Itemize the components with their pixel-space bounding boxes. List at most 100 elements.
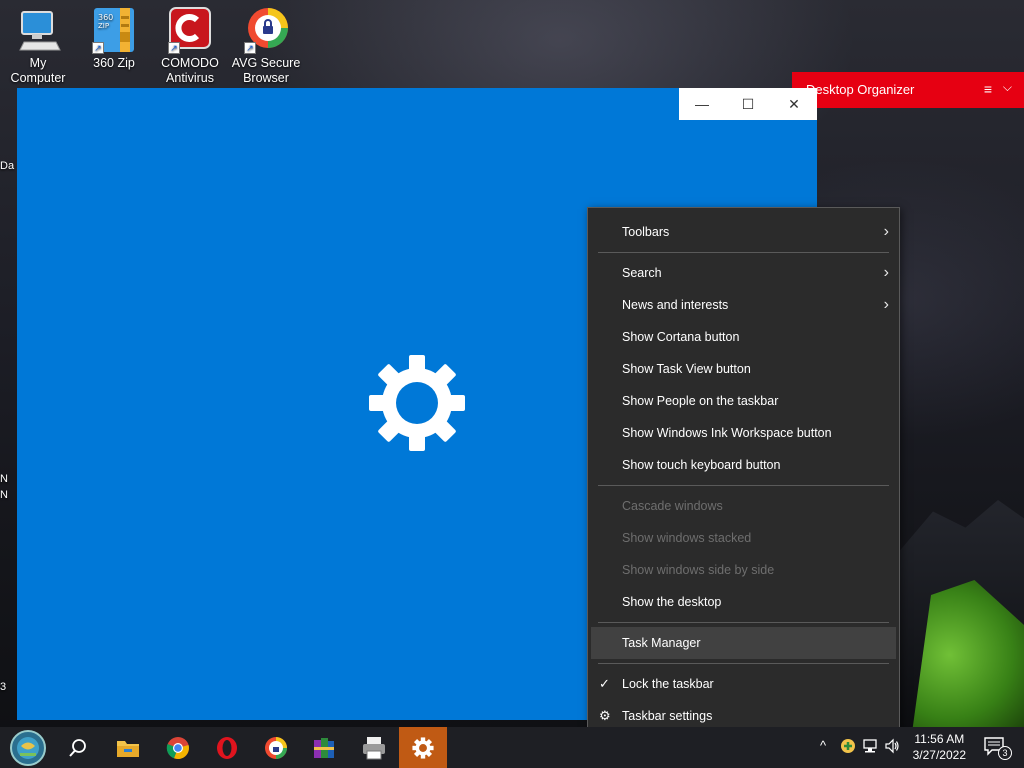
action-center-button[interactable]: 3 <box>984 737 1012 760</box>
shortcut-arrow-icon: ↗ <box>92 42 104 54</box>
menu-item-show-cortana[interactable]: Show Cortana button <box>588 321 899 353</box>
desktop-organizer-bar[interactable]: Desktop Organizer ≡ ⌵ <box>792 72 1024 108</box>
menu-separator <box>598 485 889 486</box>
security-shield-icon[interactable] <box>840 738 856 757</box>
taskbar-printer[interactable] <box>350 727 398 768</box>
opera-icon <box>217 736 237 759</box>
taskbar-search-button[interactable] <box>54 727 102 768</box>
organizer-title: Desktop Organizer <box>806 82 915 97</box>
submenu-arrow-icon: › <box>883 223 889 240</box>
settings-icon <box>412 736 434 759</box>
window-controls: — ☐ ✕ <box>679 88 817 120</box>
chrome-icon <box>166 736 189 759</box>
partial-icon-label: 3 <box>0 681 7 693</box>
menu-item-label: Cascade windows <box>622 499 723 513</box>
submenu-arrow-icon: › <box>883 296 889 313</box>
menu-item-label: Show Windows Ink Workspace button <box>622 426 832 440</box>
desktop-icon-360-zip[interactable]: 360 ZIP ↗ 360 Zip <box>76 6 152 71</box>
desktop-icon-my-computer[interactable]: My Computer <box>0 6 76 86</box>
menu-item-lock-taskbar[interactable]: ✓ Lock the taskbar <box>588 668 899 700</box>
menu-separator <box>598 252 889 253</box>
start-button[interactable] <box>4 727 52 768</box>
menu-item-label: Show windows side by side <box>622 563 775 577</box>
taskbar-context-menu: Toolbars › Search › News and interests ›… <box>587 207 900 742</box>
comodo-icon: ↗ <box>166 6 214 54</box>
desktop-icon-label: 360 Zip <box>93 56 135 70</box>
menu-item-toolbars[interactable]: Toolbars › <box>588 216 899 248</box>
menu-separator <box>598 663 889 664</box>
menu-item-show-task-view[interactable]: Show Task View button <box>588 353 899 385</box>
taskbar-avg-browser[interactable] <box>252 727 300 768</box>
menu-item-search[interactable]: Search › <box>588 257 899 289</box>
menu-item-label: Taskbar settings <box>622 709 713 723</box>
desktop-icon-partial[interactable]: 3 <box>0 681 18 693</box>
gear-icon: ⚙ <box>599 708 611 723</box>
desktop-icon-avg-browser[interactable]: ↗ AVG Secure Browser <box>228 6 304 86</box>
desktop-icon-comodo[interactable]: ↗ COMODO Antivirus <box>152 6 228 86</box>
menu-item-label: Show Task View button <box>622 362 751 376</box>
taskbar-chrome[interactable] <box>154 727 202 768</box>
menu-item-show-ink-workspace[interactable]: Show Windows Ink Workspace button <box>588 417 899 449</box>
desktop-icon-partial[interactable]: N <box>0 489 18 501</box>
chevron-down-icon[interactable]: ⌵ <box>1003 80 1012 95</box>
svg-text:ZIP: ZIP <box>98 22 109 30</box>
taskbar: ^ 11:56 AM 3/27/2022 3 <box>0 727 1024 768</box>
clock-time: 11:56 AM <box>914 732 965 746</box>
winrar-icon <box>314 737 334 758</box>
clock-date: 3/27/2022 <box>912 748 966 762</box>
hamburger-menu-icon[interactable]: ≡ <box>984 81 992 97</box>
desktop-icon-partial[interactable]: Da <box>0 160 18 172</box>
desktop-icon-label: AVG Secure Browser <box>231 56 301 85</box>
desktop-icon-label: COMODO Antivirus <box>161 56 219 85</box>
menu-item-label: Show the desktop <box>622 595 722 609</box>
menu-item-label: Lock the taskbar <box>622 677 714 691</box>
menu-item-label: Show People on the taskbar <box>622 394 779 408</box>
minimize-button[interactable]: — <box>679 88 725 120</box>
menu-item-show-desktop[interactable]: Show the desktop <box>588 586 899 618</box>
maximize-button[interactable]: ☐ <box>725 88 771 120</box>
archive-icon: 360 ZIP ↗ <box>90 6 138 54</box>
menu-item-show-people[interactable]: Show People on the taskbar <box>588 385 899 417</box>
avg-browser-icon: ↗ <box>242 6 290 54</box>
taskbar-settings[interactable] <box>399 727 447 768</box>
menu-item-windows-side-by-side: Show windows side by side <box>588 554 899 586</box>
show-hidden-icons-chevron-icon[interactable]: ^ <box>820 738 826 753</box>
partial-icon-label: Da <box>0 160 15 172</box>
start-orb-icon <box>10 729 46 766</box>
taskbar-file-explorer[interactable] <box>104 727 152 768</box>
network-icon[interactable] <box>862 738 878 757</box>
clock[interactable]: 11:56 AM 3/27/2022 <box>913 731 966 763</box>
menu-item-label: Task Manager <box>622 636 701 650</box>
menu-item-show-touch-keyboard[interactable]: Show touch keyboard button <box>588 449 899 481</box>
menu-item-label: News and interests <box>622 298 729 312</box>
shortcut-arrow-icon: ↗ <box>168 42 180 54</box>
menu-item-label: Show Cortana button <box>622 330 740 344</box>
menu-item-windows-stacked: Show windows stacked <box>588 522 899 554</box>
menu-item-label: Search <box>622 266 662 280</box>
submenu-arrow-icon: › <box>883 264 889 281</box>
shortcut-arrow-icon: ↗ <box>244 42 256 54</box>
search-icon <box>69 738 86 757</box>
menu-item-label: Show windows stacked <box>622 531 752 545</box>
taskbar-opera[interactable] <box>203 727 251 768</box>
menu-item-label: Toolbars <box>622 225 670 239</box>
menu-item-news-and-interests[interactable]: News and interests › <box>588 289 899 321</box>
svg-text:360: 360 <box>98 13 113 22</box>
menu-item-cascade-windows: Cascade windows <box>588 490 899 522</box>
menu-item-label: Show touch keyboard button <box>622 458 781 472</box>
desktop-icon-label: My Computer <box>10 56 66 85</box>
notification-count-badge: 3 <box>998 746 1012 760</box>
file-explorer-icon <box>117 740 139 757</box>
settings-gear-icon <box>367 353 467 453</box>
menu-separator <box>598 622 889 623</box>
avg-browser-icon <box>265 736 287 759</box>
checkmark-icon: ✓ <box>599 676 610 691</box>
system-tray: ^ 11:56 AM 3/27/2022 3 <box>814 727 1024 768</box>
volume-icon[interactable] <box>884 738 900 757</box>
desktop-icon-partial[interactable]: N <box>0 473 18 485</box>
close-button[interactable]: ✕ <box>771 88 817 120</box>
computer-icon <box>14 6 62 54</box>
printer-icon <box>363 736 385 759</box>
taskbar-winrar[interactable] <box>300 727 348 768</box>
menu-item-task-manager[interactable]: Task Manager <box>591 627 896 659</box>
